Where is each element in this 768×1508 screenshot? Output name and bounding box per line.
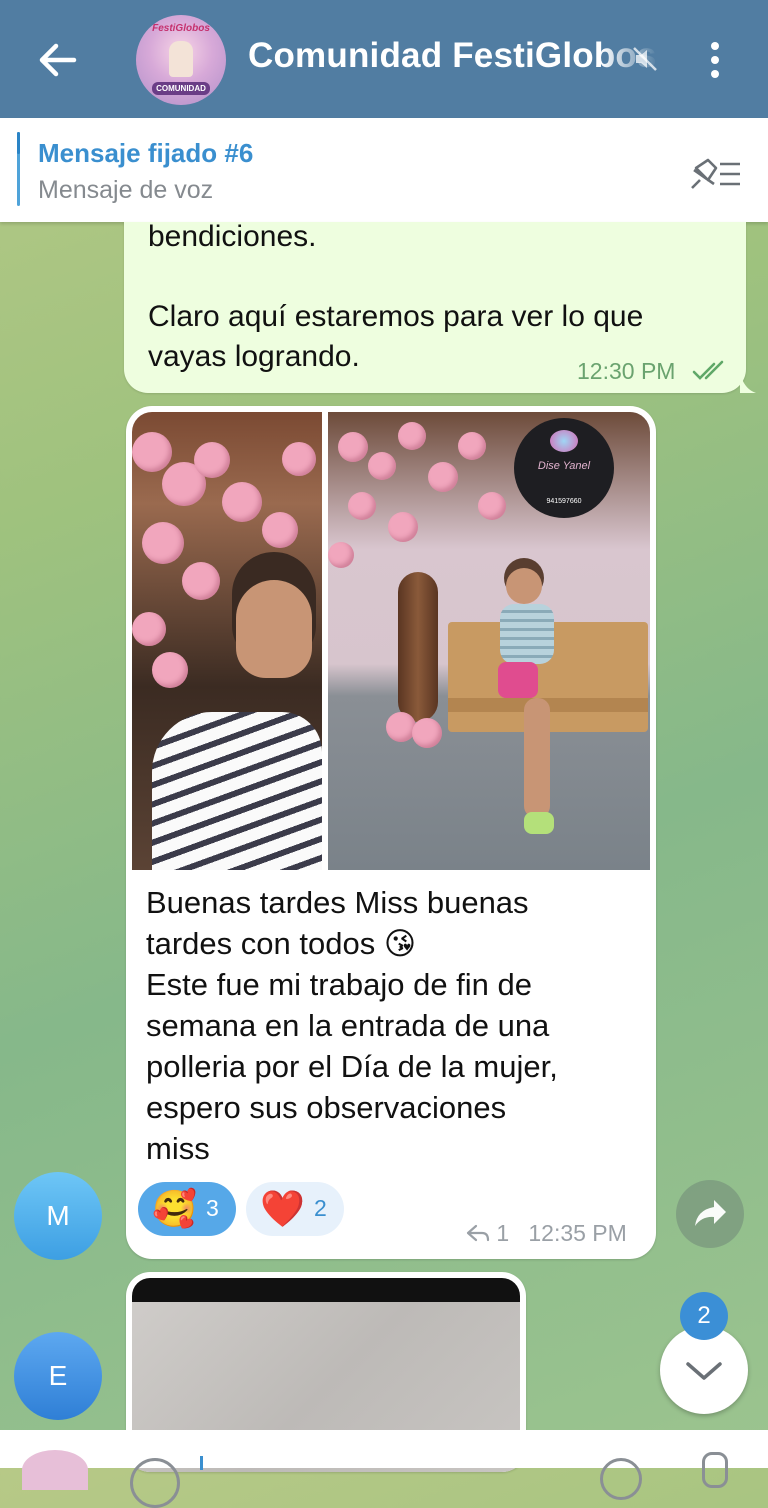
- pinned-indicator-active: [17, 132, 20, 154]
- caption-line: miss: [146, 1131, 210, 1166]
- avatar-logo-text: FestiGlobos: [152, 23, 210, 34]
- group-avatar[interactable]: FestiGlobos COMUNIDAD: [136, 15, 226, 105]
- pinned-subtitle: Mensaje de voz: [38, 176, 214, 204]
- forward-arrow-icon: [695, 1200, 726, 1226]
- chat-header: FestiGlobos COMUNIDAD Comunidad FestiGlo…: [0, 0, 768, 118]
- message-meta: 1 12:35 PM: [466, 1220, 627, 1247]
- caption-line: espero sus observaciones: [146, 1090, 507, 1125]
- message-text-line: bendiciones.: [148, 220, 317, 253]
- avatar-logo-label: COMUNIDAD: [152, 82, 210, 95]
- caption-line: Este fue mi trabajo de fin de: [146, 967, 533, 1002]
- caption-line: polleria por el Día de la mujer,: [146, 1049, 558, 1084]
- message-photo[interactable]: [132, 412, 322, 870]
- message-text-line: vayas logrando.: [148, 340, 360, 373]
- input-bar: [0, 1430, 768, 1508]
- reply-count[interactable]: 1: [496, 1220, 509, 1246]
- send-as-avatar[interactable]: [22, 1450, 88, 1490]
- attach-icon[interactable]: [600, 1458, 642, 1500]
- pinned-message-bar[interactable]: Mensaje fijado #6 Mensaje de voz: [0, 118, 768, 222]
- message-caption: Buenas tardes Miss buenas tardes con tod…: [146, 882, 636, 1169]
- emoji-icon[interactable]: [130, 1458, 180, 1508]
- more-options-icon[interactable]: [700, 40, 730, 80]
- muted-speaker-icon: [633, 47, 657, 71]
- sender-avatar-e[interactable]: E: [14, 1332, 102, 1420]
- message-time: 12:30 PM: [577, 358, 676, 384]
- message-time: 12:35 PM: [528, 1220, 627, 1246]
- pinned-list-icon[interactable]: [686, 154, 742, 194]
- pinned-title: Mensaje fijado #6: [38, 138, 254, 168]
- bubble-tail: [740, 373, 756, 393]
- double-check-icon: [692, 360, 724, 380]
- reaction-count: 3: [206, 1195, 219, 1221]
- caption-line: semana en la entrada de una: [146, 1008, 550, 1043]
- unread-count-badge: 2: [680, 1292, 728, 1340]
- photo-logo-name: Dise Yanel: [537, 460, 591, 472]
- message-photo[interactable]: Dise Yanel 941597660: [328, 412, 650, 870]
- photo-logo-phone: 941597660: [546, 498, 582, 505]
- sender-avatar-m[interactable]: M: [14, 1172, 102, 1260]
- photo-top-edge: [132, 1278, 520, 1302]
- reply-icon: [466, 1224, 490, 1242]
- red-heart-icon: ❤️: [260, 1188, 305, 1229]
- chat-title[interactable]: Comunidad FestiGlobos: [248, 36, 658, 76]
- smiling-face-hearts-icon: 🥰: [152, 1188, 197, 1229]
- reaction-love-face[interactable]: 🥰 3: [138, 1182, 236, 1236]
- caption-line: Buenas tardes Miss buenas: [146, 885, 529, 920]
- back-arrow-icon[interactable]: [34, 38, 82, 82]
- outgoing-message[interactable]: bendiciones. Claro aquí estaremos para v…: [124, 220, 746, 393]
- reaction-heart[interactable]: ❤️ 2: [246, 1182, 344, 1236]
- caption-line: tardes con todos 😘: [146, 926, 417, 961]
- reaction-count: 2: [314, 1195, 327, 1221]
- share-button[interactable]: [676, 1180, 744, 1248]
- message-text-line: Claro aquí estaremos para ver lo que: [148, 300, 644, 333]
- incoming-message[interactable]: Dise Yanel 941597660 Buenas tardes Miss …: [126, 406, 656, 1259]
- microphone-icon[interactable]: [702, 1452, 728, 1488]
- avatar-figure: [169, 41, 193, 77]
